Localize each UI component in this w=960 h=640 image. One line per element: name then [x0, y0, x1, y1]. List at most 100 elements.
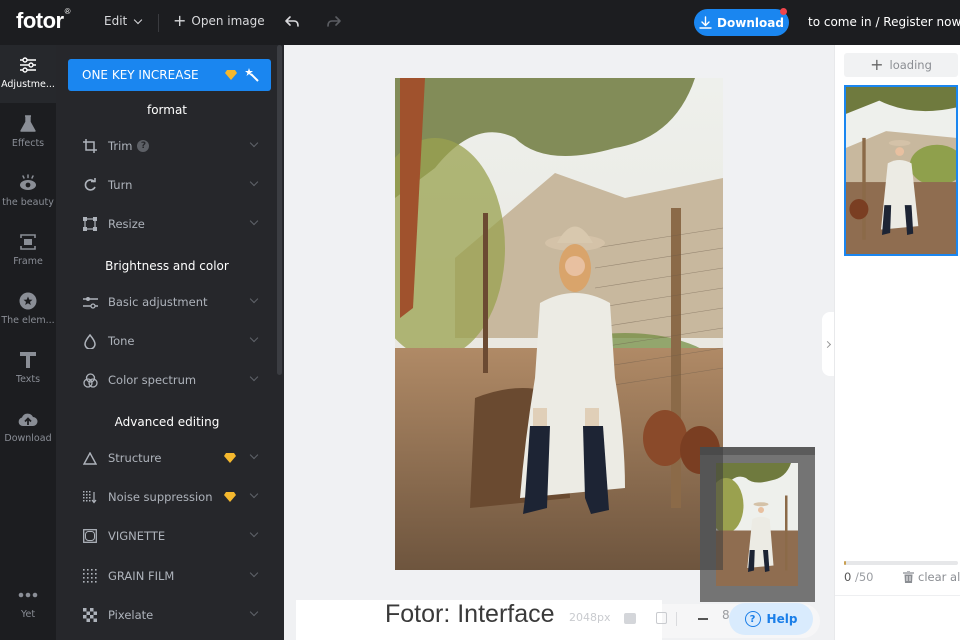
rail-label: the beauty — [2, 197, 54, 208]
sliders-icon — [82, 294, 98, 310]
frame-icon — [18, 232, 38, 252]
chevron-down-icon — [249, 607, 259, 617]
tool-grain-film[interactable]: GRAIN FILM — [82, 565, 262, 587]
upload-progress-bar — [844, 561, 958, 565]
open-image-button[interactable]: + Open image — [173, 11, 265, 30]
tool-structure[interactable]: Structure — [82, 447, 262, 469]
rail-item-effects[interactable]: Effects — [0, 104, 56, 162]
fotor-logo[interactable]: fotor® — [16, 7, 71, 34]
section-title-format: format — [146, 103, 188, 117]
edited-photo[interactable] — [395, 78, 723, 570]
premium-gem-icon — [224, 492, 236, 502]
login-register-link[interactable]: to come in / Register now — [808, 15, 960, 29]
photo-image — [395, 78, 723, 570]
noise-icon — [82, 489, 98, 505]
image-list-panel: + loading 0 /50 clear all — [834, 45, 960, 640]
download-button[interactable]: Download — [694, 8, 789, 36]
tool-color-spectrum[interactable]: Color spectrum — [82, 369, 262, 391]
rail-label: Effects — [11, 138, 45, 149]
rail-label: Yet — [20, 609, 36, 620]
tool-turn[interactable]: Turn — [82, 174, 262, 196]
rail-item-texts[interactable]: Texts — [0, 340, 56, 398]
chevron-down-icon — [249, 294, 259, 304]
image-count: 0 /50 — [844, 570, 874, 584]
rail-item-adjustments[interactable]: Adjustme... — [0, 45, 56, 103]
rail-label: Texts — [15, 374, 41, 385]
chevron-down-icon — [249, 450, 259, 460]
chevron-down-icon — [249, 177, 259, 187]
chevron-down-icon — [249, 333, 259, 343]
tool-label: Turn — [108, 178, 133, 192]
plus-icon: + — [870, 55, 884, 74]
grain-icon — [82, 568, 98, 584]
chevron-down-icon — [249, 528, 259, 538]
resize-icon — [82, 216, 98, 232]
rail-label: The elem... — [1, 315, 55, 326]
help-label: Help — [766, 612, 798, 626]
rail-label: Adjustme... — [1, 79, 55, 90]
edit-menu[interactable]: Edit — [104, 14, 143, 28]
zoom-out-icon[interactable] — [698, 618, 708, 620]
color-circles-icon — [82, 372, 98, 388]
plus-icon: + — [173, 11, 187, 30]
droplet-icon — [82, 333, 98, 349]
tool-label: VIGNETTE — [108, 529, 166, 543]
tool-label: Color spectrum — [108, 373, 197, 387]
vignette-icon — [82, 528, 98, 544]
flask-icon — [18, 114, 38, 134]
collapse-right-panel-button[interactable] — [822, 312, 834, 376]
sliders-icon — [18, 55, 38, 75]
notification-dot — [780, 8, 787, 15]
rail-item-elements[interactable]: The elem... — [0, 281, 56, 339]
edit-menu-label: Edit — [104, 14, 128, 28]
star-circle-icon — [18, 291, 38, 311]
help-button[interactable]: ? Help — [729, 603, 813, 635]
chevron-right-icon — [823, 340, 831, 348]
tool-label: Resize — [108, 217, 145, 231]
tool-pixelate[interactable]: Pixelate — [82, 604, 262, 626]
image-view-icon[interactable] — [624, 613, 636, 624]
add-image-button[interactable]: + loading — [844, 53, 958, 77]
tool-resize[interactable]: Resize — [82, 213, 262, 235]
chevron-down-icon — [249, 372, 259, 382]
tool-vignette[interactable]: VIGNETTE — [82, 525, 262, 547]
clear-all-button[interactable]: clear all — [903, 570, 960, 584]
tool-tone[interactable]: Tone — [82, 330, 262, 352]
tool-label: Basic adjustment — [108, 295, 208, 309]
help-question-icon[interactable]: ? — [137, 140, 150, 152]
image-size-text: 2048px — [569, 611, 611, 624]
trash-icon — [903, 571, 914, 583]
rail-item-frame[interactable]: Frame — [0, 222, 56, 280]
premium-gem-icon — [225, 70, 237, 80]
download-label: Download — [717, 15, 784, 30]
navigator-viewport-shade — [700, 447, 723, 570]
section-title-advanced: Advanced editing — [114, 415, 220, 429]
crop-icon — [82, 138, 98, 154]
tool-label: Noise suppression — [108, 490, 213, 504]
panel-scrollbar[interactable] — [277, 45, 282, 375]
rail-label: Frame — [13, 256, 43, 267]
tool-basic-adjustment[interactable]: Basic adjustment — [82, 291, 262, 313]
image-thumbnail-selected[interactable] — [844, 85, 958, 256]
rail-item-beauty[interactable]: the beauty — [0, 163, 56, 221]
tool-trim[interactable]: Trim ? — [82, 135, 262, 157]
rail-item-download[interactable]: Download — [0, 399, 56, 457]
caption-text: Fotor: Interface — [385, 600, 555, 628]
fit-screen-icon[interactable] — [656, 612, 667, 624]
chevron-down-icon — [249, 216, 259, 226]
cloud-upload-icon — [18, 409, 38, 429]
undo-icon[interactable] — [283, 13, 301, 31]
open-image-label: Open image — [191, 14, 265, 28]
adjustments-panel: ONE KEY INCREASE format Trim ? Turn Resi… — [56, 45, 284, 640]
tool-label: Pixelate — [108, 608, 154, 622]
chevron-down-icon — [134, 15, 143, 24]
one-key-label: ONE KEY INCREASE — [82, 68, 199, 82]
tool-noise-suppression[interactable]: Noise suppression — [82, 486, 262, 508]
redo-icon[interactable] — [325, 13, 343, 31]
image-count-current: 0 — [844, 570, 852, 584]
more-icon — [18, 585, 38, 605]
one-key-increase-button[interactable]: ONE KEY INCREASE — [68, 59, 271, 91]
text-icon — [18, 350, 38, 370]
chevron-down-icon — [249, 138, 259, 148]
rail-item-more[interactable]: Yet — [0, 575, 56, 633]
